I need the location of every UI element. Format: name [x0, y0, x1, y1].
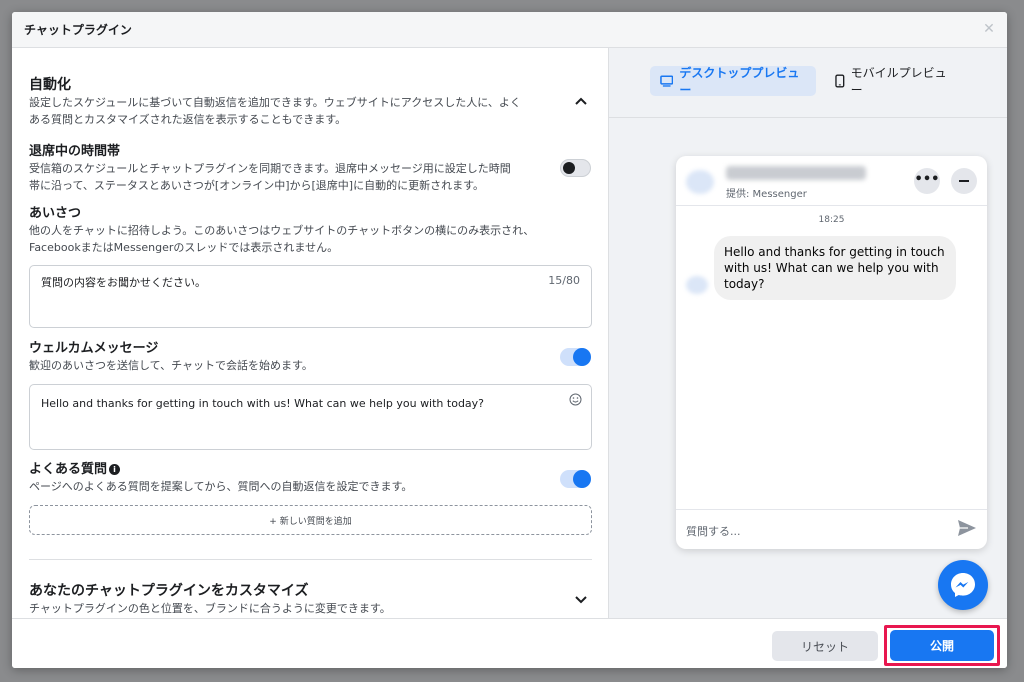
greeting-desc-line1: 他の人をチャットに招待しよう。このあいさつはウェブサイトのチャットボタンの横にの…: [29, 224, 535, 237]
chat-plugin-dialog: チャットプラグイン ✕ 自動化 設定したスケジュールに基づいて自動返信を追加でき…: [12, 12, 1007, 668]
greeting-input-value: 質問の内容をお聞かせください。: [41, 276, 206, 289]
tab-desktop-label: デスクトッププレビュー: [679, 66, 800, 97]
close-icon[interactable]: ✕: [981, 21, 997, 37]
faq-desc: ページへのよくある質問を提案してから、質問への自動返信を設定できます。: [29, 480, 413, 493]
dialog-titlebar: チャットプラグイン ✕: [12, 12, 1007, 48]
welcome-message-bubble: Hello and thanks for getting in touch wi…: [714, 236, 956, 300]
faq-title: よくある質問: [29, 462, 108, 477]
away-toggle[interactable]: [560, 159, 591, 177]
preview-panel: デスクトッププレビュー モバイルプレビュー 提供: Messenger ••• …: [609, 48, 1007, 618]
toggle-knob: [573, 348, 591, 366]
away-desc-line1: 受信箱のスケジュールとチャットプラグインを同期できます。退席中メッセージ用に設定…: [29, 162, 511, 175]
automation-desc-line2: ある質問とカスタマイズされた返信を表示することもできます。: [29, 113, 347, 126]
faq-title-row: よくある質問 i: [29, 461, 592, 478]
add-question-button[interactable]: + 新しい質問を追加: [29, 505, 592, 535]
dialog-footer: リセット 公開: [12, 618, 1007, 668]
welcome-input[interactable]: Hello and thanks for getting in touch wi…: [29, 384, 592, 450]
emoji-icon[interactable]: [569, 393, 582, 406]
greeting-input[interactable]: 質問の内容をお聞かせください。 15/80: [29, 265, 592, 328]
welcome-input-value: Hello and thanks for getting in touch wi…: [41, 397, 485, 410]
automation-section: 自動化 設定したスケジュールに基づいて自動返信を追加できます。ウェブサイトにアク…: [29, 76, 592, 128]
welcome-toggle[interactable]: [560, 348, 591, 366]
away-section: 退席中の時間帯 受信箱のスケジュールとチャットプラグインを同期できます。退席中メ…: [29, 143, 592, 194]
page-name-blurred: [726, 166, 866, 180]
minimize-icon[interactable]: [951, 168, 977, 194]
more-options-icon[interactable]: •••: [914, 168, 940, 194]
toggle-knob: [573, 470, 591, 488]
customize-desc: チャットプラグインの色と位置を、ブランドに合うように変更できます。: [29, 602, 391, 615]
automation-title: 自動化: [29, 77, 71, 93]
chat-preview-window: 提供: Messenger ••• 18:25 Hello and thanks…: [676, 156, 987, 549]
chat-header: 提供: Messenger •••: [676, 156, 987, 206]
customize-section[interactable]: あなたのチャットプラグインをカスタマイズ チャットプラグインの色と位置を、ブラン…: [29, 582, 592, 617]
toggle-knob: [563, 162, 575, 174]
welcome-title: ウェルカムメッセージ: [29, 341, 159, 356]
chat-input-divider: [676, 509, 987, 510]
greeting-desc-line2: FacebookまたはMessengerのスレッドでは表示されません。: [29, 241, 339, 254]
chevron-down-icon[interactable]: [574, 593, 588, 607]
automation-desc-line1: 設定したスケジュールに基づいて自動返信を追加できます。ウェブサイトにアクセスした…: [29, 96, 521, 109]
tab-mobile-preview[interactable]: モバイルプレビュー: [825, 66, 965, 97]
welcome-desc: 歓迎のあいさつを送信して、チャットで会話を始めます。: [29, 359, 313, 372]
mobile-icon: [835, 74, 845, 88]
away-title: 退席中の時間帯: [29, 144, 121, 159]
tab-mobile-label: モバイルプレビュー: [850, 66, 947, 97]
message-avatar: [686, 276, 708, 294]
chat-input[interactable]: 質問する...: [686, 523, 741, 539]
reset-button[interactable]: リセット: [772, 631, 878, 661]
section-divider: [29, 559, 592, 560]
faq-toggle[interactable]: [560, 470, 591, 488]
tab-desktop-preview[interactable]: デスクトッププレビュー: [650, 66, 816, 97]
chevron-up-icon[interactable]: [574, 94, 588, 108]
publish-button[interactable]: 公開: [890, 630, 994, 661]
message-timestamp: 18:25: [818, 215, 845, 225]
welcome-section: ウェルカムメッセージ 歓迎のあいさつを送信して、チャットで会話を始めます。: [29, 340, 592, 374]
customize-title: あなたのチャットプラグインをカスタマイズ: [29, 583, 309, 599]
preview-tabs: デスクトッププレビュー モバイルプレビュー: [609, 48, 1007, 118]
faq-section: よくある質問 i ページへのよくある質問を提案してから、質問への自動返信を設定でき…: [29, 461, 592, 495]
greeting-char-count: 15/80: [548, 274, 580, 287]
greeting-section: あいさつ 他の人をチャットに招待しよう。このあいさつはウェブサイトのチャットボタ…: [29, 205, 592, 256]
messenger-button[interactable]: [938, 560, 988, 610]
greeting-title: あいさつ: [29, 206, 82, 221]
messenger-icon: [951, 573, 975, 597]
provided-by-label: 提供: Messenger: [726, 189, 807, 200]
desktop-icon: [660, 75, 674, 87]
settings-panel: 自動化 設定したスケジュールに基づいて自動返信を追加できます。ウェブサイトにアク…: [12, 48, 609, 618]
info-icon[interactable]: i: [109, 464, 121, 475]
send-icon[interactable]: [957, 519, 977, 537]
page-avatar: [686, 170, 714, 194]
dialog-title: チャットプラグイン: [24, 23, 132, 37]
away-desc-line2: 帯に沿って、ステータスとあいさつが[オンライン中]から[退席中]に自動的に更新さ…: [29, 179, 484, 192]
